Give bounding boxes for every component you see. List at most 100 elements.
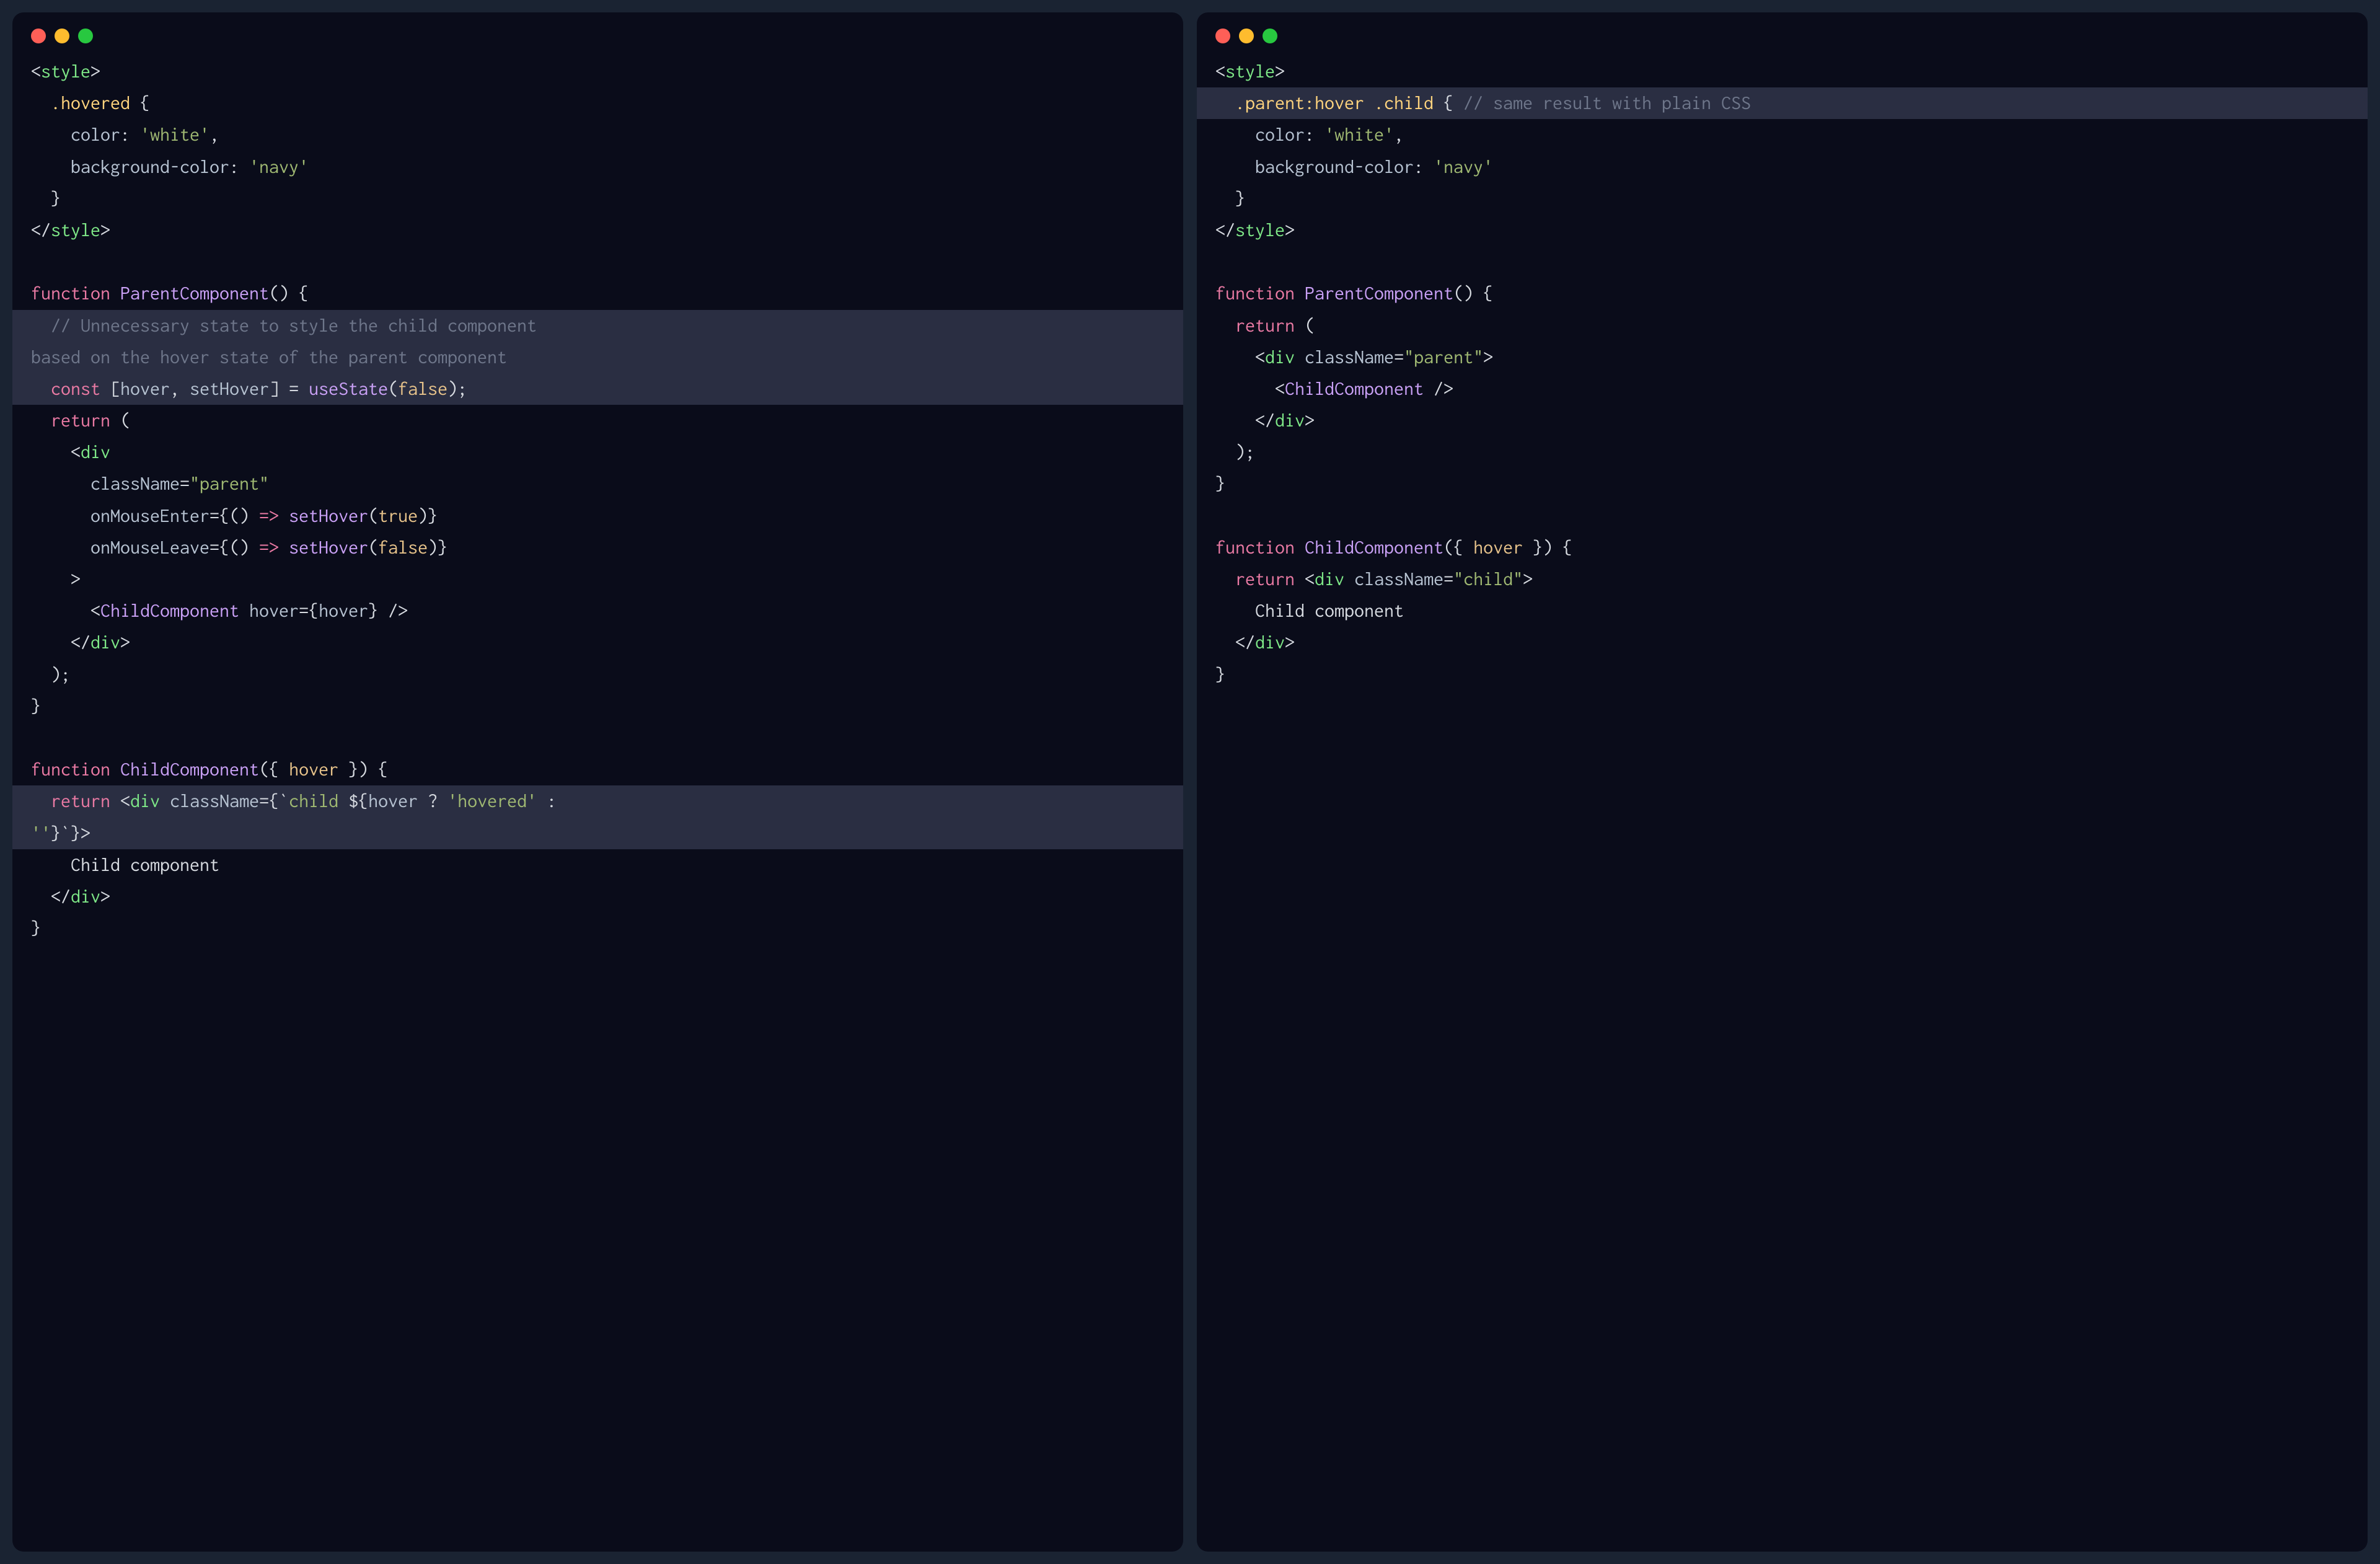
token: <: [31, 442, 81, 462]
code-line: <div className="parent">: [1197, 342, 2368, 373]
token: </: [1215, 220, 1235, 241]
token: =>: [259, 506, 279, 526]
code-area-right[interactable]: <style> .parent:hover .child { // same r…: [1197, 50, 2368, 709]
close-icon[interactable]: [31, 29, 46, 43]
token: }: [1215, 474, 1225, 494]
token: >: [1305, 410, 1315, 431]
token: }: [31, 696, 41, 717]
token: :: [120, 125, 140, 145]
token: [31, 410, 51, 431]
token: div: [71, 886, 100, 907]
token: div: [1315, 569, 1344, 590]
code-line: onMouseLeave={() => setHover(false)}: [12, 532, 1183, 563]
close-icon[interactable]: [1215, 29, 1230, 43]
code-line: return <div className="child">: [1197, 563, 2368, 595]
token: "child": [1453, 569, 1523, 590]
code-line: [12, 722, 1183, 754]
code-line: }: [12, 183, 1183, 214]
token: 'white': [140, 125, 209, 145]
token: {: [130, 93, 150, 113]
token: (: [388, 379, 398, 399]
token: Child component: [1215, 601, 1404, 621]
token: [1215, 125, 1255, 145]
token: </: [1215, 410, 1275, 431]
token: 'white': [1324, 125, 1394, 145]
token: function: [1215, 283, 1295, 304]
token: >: [1275, 61, 1285, 82]
code-line: <div: [12, 436, 1183, 468]
token: onMouseEnter: [90, 506, 209, 526]
token: hover: [368, 791, 418, 811]
code-window-right: <style> .parent:hover .child { // same r…: [1197, 12, 2368, 1552]
token: }`}>: [51, 823, 90, 844]
token: [110, 759, 120, 780]
token: >: [31, 569, 81, 590]
token: [1215, 316, 1235, 336]
token: child: [289, 791, 348, 811]
token: className: [170, 791, 259, 811]
token: hover: [319, 601, 368, 621]
token: useState: [309, 379, 388, 399]
code-line: color: 'white',: [1197, 119, 2368, 151]
maximize-icon[interactable]: [78, 29, 93, 43]
token: <: [31, 61, 41, 82]
token: }: [31, 188, 61, 209]
token: style: [41, 61, 90, 82]
token: // same result with plain CSS: [1463, 93, 1751, 113]
token: } />: [368, 601, 408, 621]
token: 'navy': [249, 157, 309, 177]
token: color: [1255, 125, 1305, 145]
code-line: Child component: [1197, 595, 2368, 627]
token: [31, 537, 90, 558]
token: </: [31, 220, 51, 241]
token: '': [31, 823, 51, 844]
minimize-icon[interactable]: [55, 29, 69, 43]
token: ,: [170, 379, 190, 399]
token: style: [1235, 220, 1285, 241]
token: <: [110, 791, 130, 811]
code-area-left[interactable]: <style> .hovered { color: 'white', backg…: [12, 50, 1183, 963]
token: =: [1394, 347, 1404, 368]
token: [279, 506, 289, 526]
code-line: .parent:hover .child { // same result wi…: [1197, 87, 2368, 119]
token: [1215, 157, 1255, 177]
token: div: [1255, 632, 1285, 653]
token: ${: [348, 791, 368, 811]
token: style: [1225, 61, 1275, 82]
token: ={(): [209, 537, 259, 558]
token: false: [378, 537, 428, 558]
token: />: [1424, 379, 1453, 399]
token: setHover: [289, 537, 368, 558]
token: [1215, 93, 1235, 113]
token: return: [1235, 316, 1295, 336]
token: "parent": [1404, 347, 1483, 368]
token: [160, 791, 170, 811]
token: <: [1215, 379, 1285, 399]
token: ] =: [269, 379, 309, 399]
code-line: [1197, 500, 2368, 532]
token: onMouseLeave: [90, 537, 209, 558]
maximize-icon[interactable]: [1263, 29, 1277, 43]
token: function: [31, 283, 110, 304]
token: </: [31, 632, 90, 653]
code-line: }: [1197, 183, 2368, 214]
code-line: onMouseEnter={() => setHover(true)}: [12, 500, 1183, 532]
token: 'navy': [1434, 157, 1493, 177]
code-line: </div>: [12, 881, 1183, 912]
token: className: [1354, 569, 1443, 590]
token: .hovered: [51, 93, 130, 113]
token: background-color: [1255, 157, 1414, 177]
code-line: }: [1197, 468, 2368, 500]
code-line: background-color: 'navy': [12, 151, 1183, 183]
token: ={(): [209, 506, 259, 526]
code-line: </style>: [12, 214, 1183, 246]
token: based on the hover state of the parent c…: [31, 347, 507, 368]
token: >: [100, 886, 110, 907]
code-line: return (: [1197, 310, 2368, 342]
minimize-icon[interactable]: [1239, 29, 1254, 43]
token: );: [1215, 442, 1255, 462]
token: ChildComponent: [120, 759, 259, 780]
token: .parent:hover .child: [1235, 93, 1434, 113]
token: (: [368, 506, 378, 526]
token: >: [120, 632, 130, 653]
